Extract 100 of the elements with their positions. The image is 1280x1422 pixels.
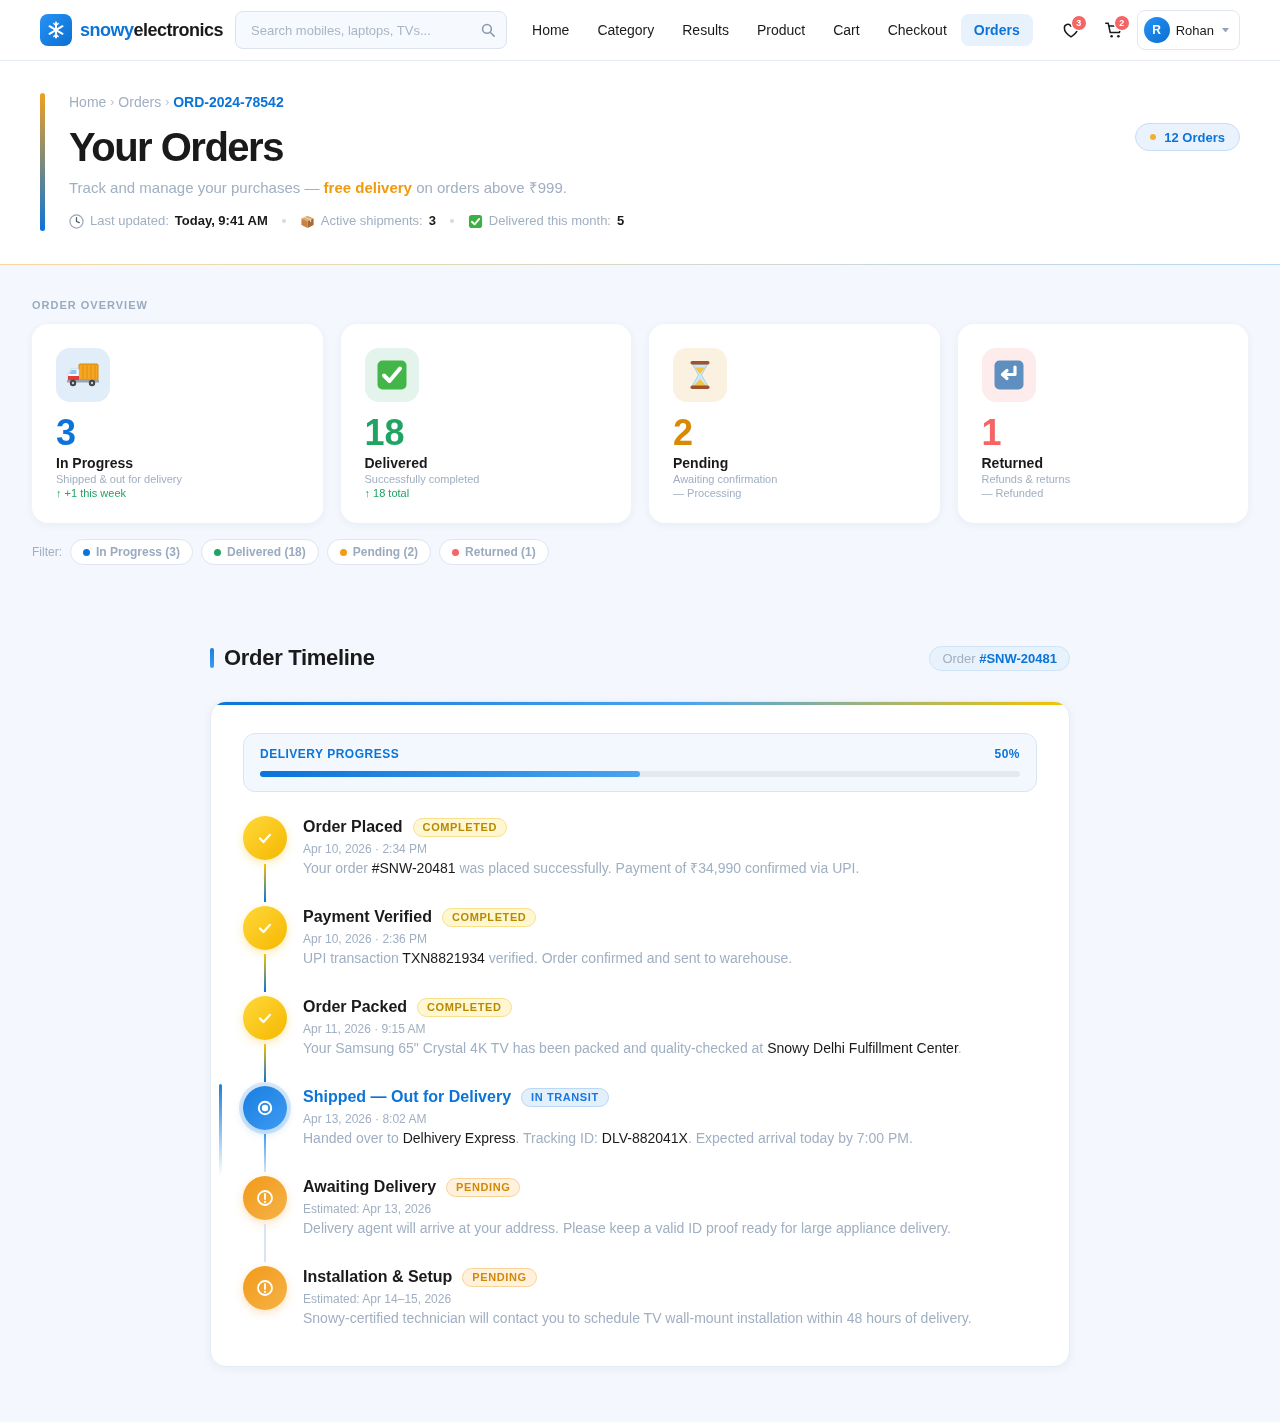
- progress-label: DELIVERY PROGRESS: [260, 747, 400, 761]
- summary-label: Pending: [673, 454, 730, 472]
- meta-value: 5: [617, 212, 625, 230]
- step-date: Estimated: Apr 14–15, 2026: [303, 1291, 453, 1307]
- status-badge: COMPLETED: [441, 907, 537, 927]
- timeline-connector: [264, 864, 266, 902]
- nav-link[interactable]: Category: [583, 14, 669, 46]
- hourglass-icon: [673, 348, 727, 402]
- truck-icon: [56, 348, 110, 402]
- count-badge: 2: [1114, 16, 1129, 30]
- summary-label: Delivered: [364, 454, 429, 472]
- step-date: Apr 10, 2026 · 2:36 PM: [303, 931, 429, 947]
- user-menu-button[interactable]: R Rohan: [1136, 10, 1240, 50]
- summary-count: 18: [364, 413, 406, 453]
- step-title: Order Placed: [303, 817, 403, 837]
- summary-detail: Refunds & returns: [981, 472, 1072, 486]
- brand-name[interactable]: snowyelectronics: [80, 19, 224, 41]
- count-badge: 3: [1071, 16, 1086, 30]
- summary-note: — Refunded: [981, 486, 1045, 500]
- summary-note: ↑ 18 total: [364, 486, 411, 500]
- caret-icon: [1222, 27, 1229, 33]
- wishlist-button[interactable]: 3: [1050, 10, 1091, 50]
- timeline-connector: [264, 1044, 266, 1082]
- heading-accent-bar: [210, 648, 214, 668]
- step-title: Shipped — Out for Delivery: [303, 1087, 512, 1107]
- nav-link[interactable]: Checkout: [873, 14, 961, 46]
- page-title: Your Orders: [69, 125, 284, 169]
- order-count-label: 12 Orders: [1164, 129, 1225, 145]
- filter-chip[interactable]: Pending (2): [326, 539, 432, 565]
- summary-detail: Awaiting confirmation: [673, 472, 779, 486]
- alert-icon: [243, 1266, 287, 1310]
- snowflake-logo-icon[interactable]: [40, 14, 72, 46]
- check-icon: [243, 906, 287, 950]
- step-date: Apr 10, 2026 · 2:34 PM: [303, 841, 429, 857]
- filter-label: Filter:: [32, 545, 62, 559]
- step-description: Delivery agent will arrive at your address. Please keep a valid ID proof ready for large appliance delivery.: [303, 1219, 952, 1238]
- summary-note: ↑ +1 this week: [56, 486, 127, 500]
- status-badge: PENDING: [446, 1177, 521, 1197]
- step-date: Apr 11, 2026 · 9:15 AM: [303, 1021, 427, 1037]
- status-dot-icon: [1150, 134, 1157, 140]
- breadcrumb-link[interactable]: ORD-2024-78542: [173, 93, 284, 111]
- status-badge: IN TRANSIT: [521, 1087, 609, 1107]
- section-title: Order Timeline: [224, 645, 375, 671]
- filter-chip[interactable]: Returned (1): [439, 539, 549, 565]
- alert-icon: [243, 1176, 287, 1220]
- page-subtitle: Track and manage your purchases — free delivery on orders above ₹999.: [69, 178, 568, 198]
- order-number-badge: Order #SNW-20481: [929, 645, 1070, 671]
- progress-percent: 50%: [994, 747, 1020, 761]
- meta-value: Today, 9:41 AM: [174, 212, 268, 230]
- nav-link[interactable]: Orders: [960, 14, 1033, 46]
- timeline-connector: [264, 1224, 266, 1262]
- nav-link[interactable]: Cart: [819, 14, 874, 46]
- search-field[interactable]: Search mobiles, laptops, TVs...: [235, 11, 508, 49]
- status-badge: COMPLETED: [412, 817, 508, 837]
- step-description: Handed over to Delhivery Express. Tracking ID: DLV-882041X. Expected arrival today by 7:00 PM.: [303, 1129, 914, 1148]
- clock-icon: [69, 213, 84, 229]
- nav-link[interactable]: Home: [518, 14, 584, 46]
- meta-label: Last updated:: [90, 212, 169, 230]
- timeline-connector: [264, 954, 266, 992]
- timeline-connector: [264, 1134, 266, 1172]
- breadcrumb-separator: ›: [110, 94, 115, 111]
- summary-detail: Successfully completed: [364, 472, 481, 486]
- nav-link[interactable]: Product: [742, 14, 820, 46]
- check-icon: [243, 816, 287, 860]
- step-date: Apr 13, 2026 · 8:02 AM: [303, 1111, 428, 1127]
- meta-label: Active shipments:: [320, 212, 423, 230]
- summary-label: In Progress: [56, 454, 135, 472]
- step-title: Payment Verified: [303, 907, 432, 927]
- section-label: ORDER OVERVIEW: [32, 298, 149, 312]
- step-title: Installation & Setup: [303, 1267, 453, 1287]
- step-description: Your order #SNW-20481 was placed successfully. Payment of ₹34,990 confirmed via UPI.: [303, 859, 861, 878]
- check-icon: [364, 348, 419, 402]
- meta-value: 3: [428, 212, 436, 230]
- user-avatar: R: [1143, 17, 1170, 43]
- filter-chip[interactable]: Delivered (18): [201, 539, 319, 565]
- summary-count: 3: [56, 413, 78, 453]
- check-icon: [467, 213, 483, 229]
- status-badge: PENDING: [462, 1267, 537, 1287]
- summary-note: — Processing: [673, 486, 743, 500]
- step-description: Your Samsung 65" Crystal 4K TV has been packed and quality-checked at Snowy Delhi Fulfillment Center.: [303, 1039, 963, 1058]
- meta-label: Delivered this month:: [488, 212, 611, 230]
- nav-link[interactable]: Results: [668, 14, 743, 46]
- step-description: Snowy-certified technician will contact you to schedule TV wall-mount installation within 48 hours of delivery.: [303, 1309, 973, 1328]
- separator-dot-icon: [449, 219, 454, 223]
- filter-chip[interactable]: In Progress (3): [70, 539, 194, 565]
- summary-count: 1: [981, 413, 1003, 453]
- cart-button[interactable]: 2: [1093, 10, 1134, 50]
- separator-dot-icon: [281, 219, 286, 223]
- search-icon[interactable]: [481, 23, 496, 37]
- radio-dot-icon: [243, 1086, 287, 1130]
- step-description: UPI transaction TXN8821934 verified. Order confirmed and sent to warehouse.: [303, 949, 794, 968]
- summary-label: Returned: [981, 454, 1044, 472]
- status-badge: COMPLETED: [417, 997, 512, 1017]
- package-icon: [299, 213, 315, 229]
- summary-detail: Shipped & out for delivery: [56, 472, 183, 486]
- step-date: Estimated: Apr 13, 2026: [303, 1201, 433, 1217]
- summary-count: 2: [673, 413, 695, 453]
- step-title: Awaiting Delivery: [303, 1177, 437, 1197]
- breadcrumb-separator: ›: [165, 94, 170, 111]
- check-icon: [243, 996, 287, 1040]
